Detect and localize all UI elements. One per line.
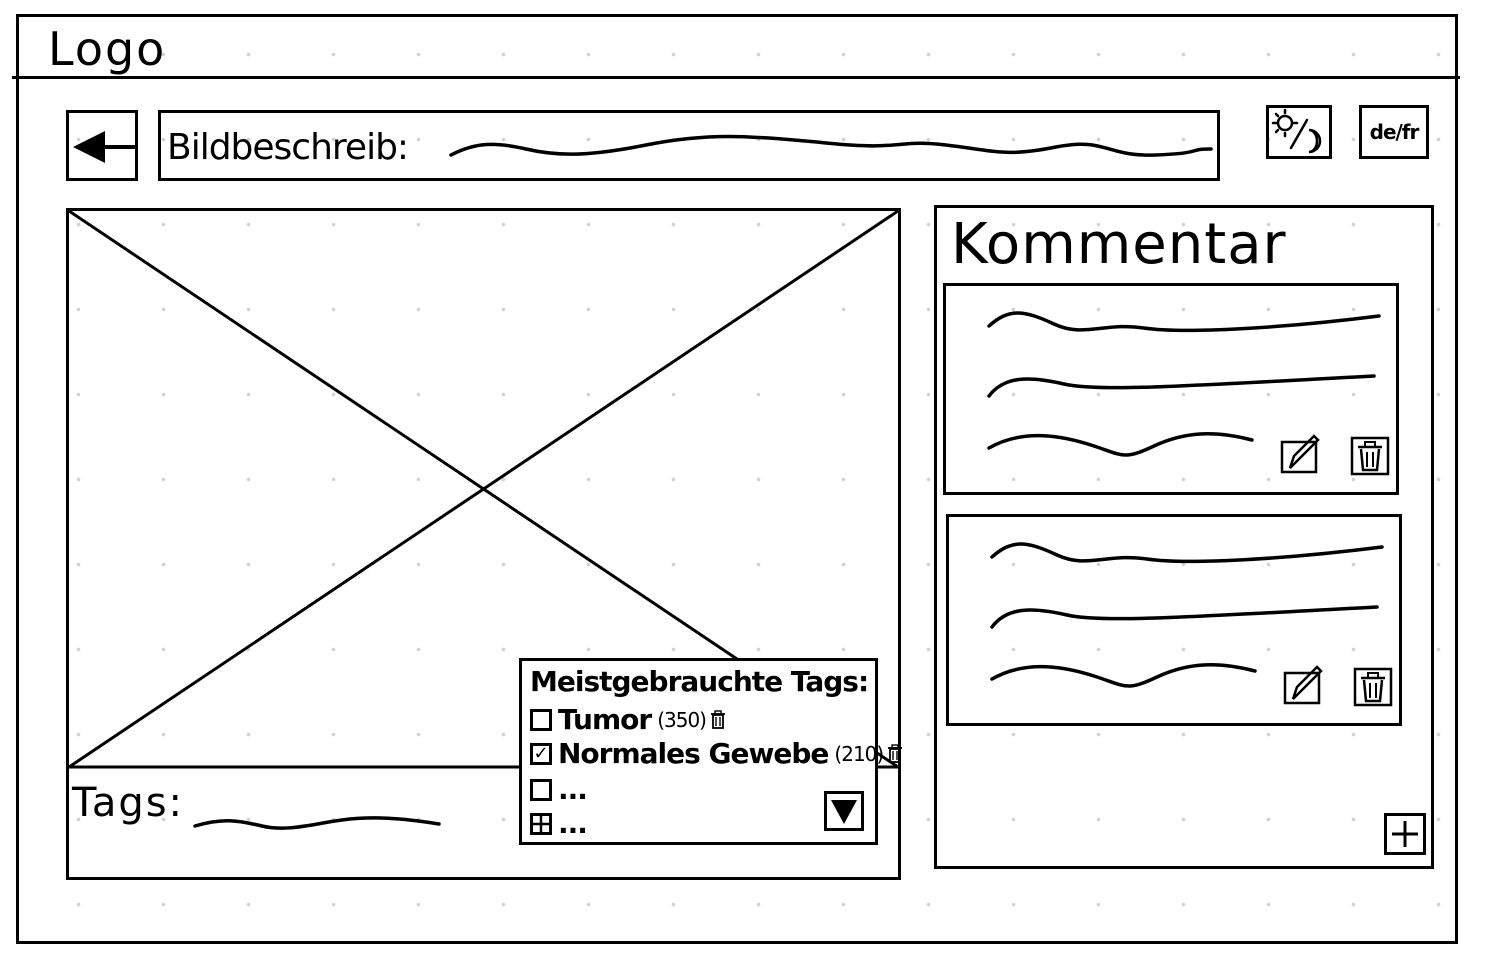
- plus-icon: [1392, 821, 1418, 847]
- trash-icon[interactable]: [887, 743, 903, 764]
- arrow-left-icon: [73, 131, 135, 163]
- dropdown-expand-button[interactable]: [824, 791, 864, 831]
- tag-checkbox[interactable]: [530, 708, 552, 731]
- pencil-icon[interactable]: [1280, 434, 1320, 474]
- comment-text-scribble: [990, 542, 1384, 688]
- tag-checkbox[interactable]: [530, 778, 552, 801]
- tag-item[interactable]: ...: [530, 773, 588, 806]
- comment-text-scribble: [987, 311, 1381, 457]
- description-label: Bildbeschreib:: [167, 127, 409, 168]
- comments-title: Kommentar: [951, 212, 1287, 277]
- pencil-icon[interactable]: [1283, 665, 1323, 705]
- tag-name: Normales Gewebe: [558, 737, 829, 770]
- tag-name: ...: [558, 773, 588, 806]
- triangle-down-icon: [831, 800, 857, 824]
- description-value-scribble: [449, 134, 1213, 157]
- trash-icon[interactable]: [710, 709, 726, 730]
- trash-icon[interactable]: [1350, 436, 1390, 476]
- language-toggle-button[interactable]: de/fr: [1359, 105, 1429, 159]
- tags-dropdown-title: Meistgebrauchte Tags:: [530, 665, 869, 698]
- trash-icon[interactable]: [1353, 667, 1393, 707]
- description-field[interactable]: Bildbeschreib:: [158, 110, 1220, 181]
- back-button[interactable]: [66, 110, 138, 181]
- theme-toggle-button[interactable]: [1266, 105, 1332, 159]
- tag-count: (210): [834, 741, 884, 766]
- tags-input-scribble[interactable]: [192, 812, 442, 836]
- tag-name: Tumor: [558, 703, 652, 736]
- add-comment-button[interactable]: [1384, 813, 1426, 855]
- grid-plus-icon[interactable]: [530, 812, 552, 835]
- tag-item[interactable]: Tumor (350): [530, 703, 726, 736]
- tag-checkbox-checked[interactable]: ✓: [530, 742, 552, 765]
- logo: Logo: [48, 22, 167, 76]
- header-divider: [12, 76, 1460, 79]
- tags-label: Tags:: [72, 780, 185, 826]
- add-tag-row[interactable]: ...: [530, 807, 588, 840]
- comment-card: [943, 283, 1399, 495]
- tag-count: (350): [657, 707, 707, 732]
- tags-dropdown[interactable]: Meistgebrauchte Tags: Tumor (350) ✓ Norm…: [519, 658, 903, 845]
- comment-card: [946, 514, 1402, 726]
- add-tag-label: ...: [558, 807, 588, 840]
- sun-moon-icon: [1271, 108, 1322, 154]
- language-label: de/fr: [1369, 120, 1420, 144]
- tag-item[interactable]: ✓ Normales Gewebe (210): [530, 737, 903, 770]
